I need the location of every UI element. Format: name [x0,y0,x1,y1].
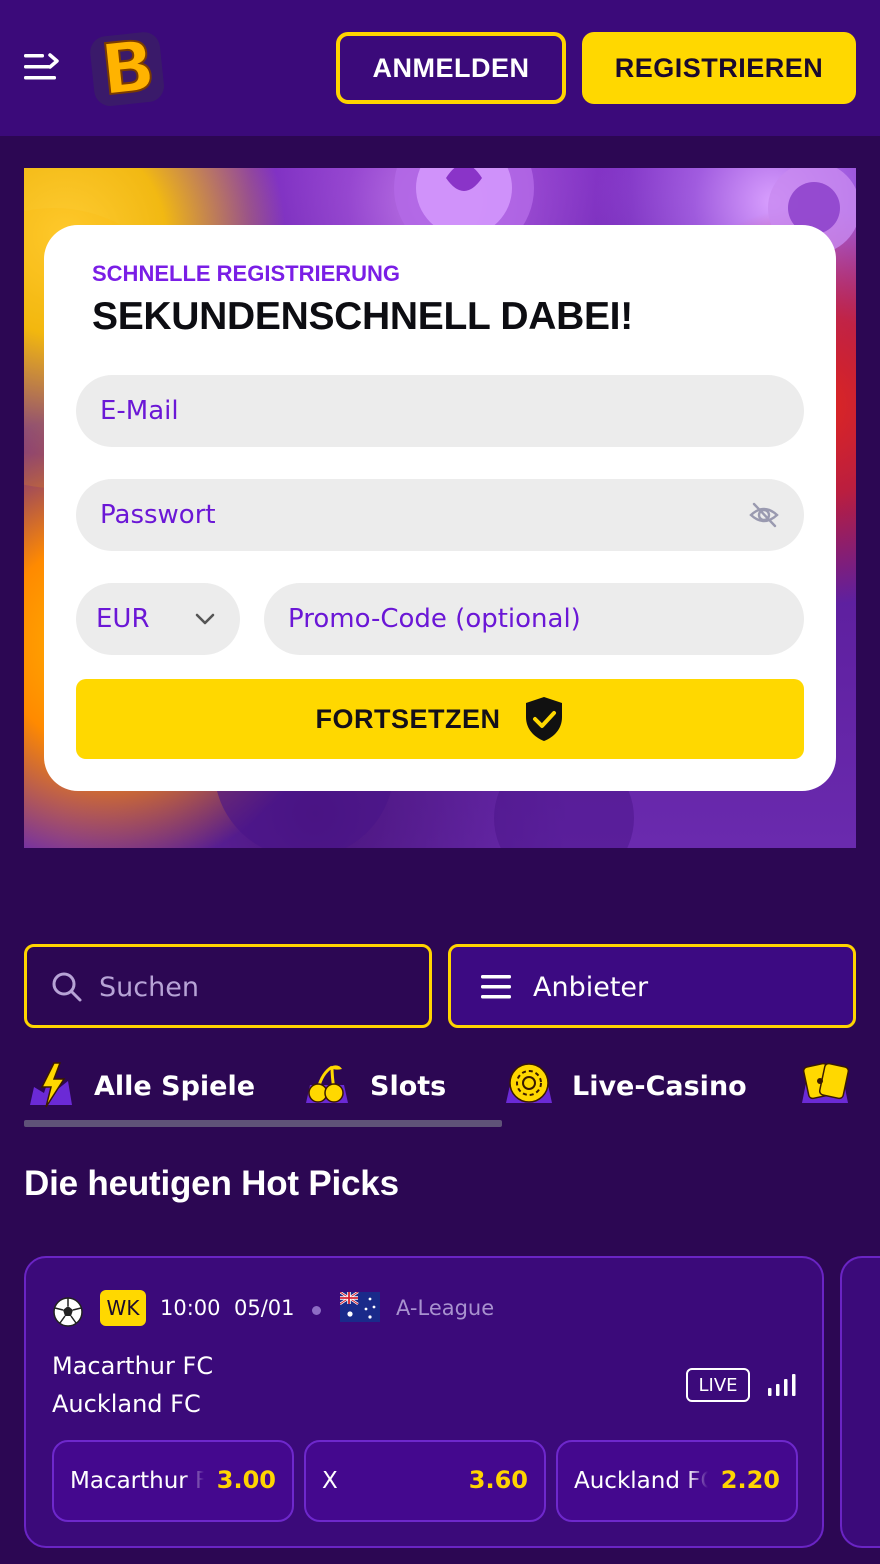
odd-home[interactable]: Macarthur FC 3.00 [52,1440,294,1522]
password-field[interactable]: Passwort [76,479,804,551]
signal-bars-icon [768,1374,796,1396]
promo-code-field[interactable]: Promo-Code (optional) [264,583,804,655]
odd-label: X [322,1468,338,1494]
search-box[interactable]: Suchen [24,944,432,1028]
odd-label: Macarthur FC [70,1468,204,1494]
tab-all-games[interactable]: Alle Spiele [24,1055,255,1117]
odd-value: 3.00 [216,1466,276,1494]
league-name: A-League [396,1296,495,1320]
tab-live-casino[interactable]: Live-Casino [502,1055,747,1117]
menu-icon[interactable] [22,50,60,84]
search-icon [52,972,82,1002]
password-placeholder: Passwort [100,500,216,530]
chevron-down-icon [195,613,215,625]
currency-value: EUR [96,604,150,634]
hot-picks-title: Die heutigen Hot Picks [24,1164,399,1203]
game-category-tabs: Alle Spiele Slots Live-Casino [0,1055,880,1135]
odd-away[interactable]: Auckland FC 2.20 [556,1440,798,1522]
separator-dot [312,1306,321,1315]
logo-letter: B [97,26,159,110]
email-field[interactable]: E-Mail [76,375,804,447]
match-badge: WK [100,1290,146,1326]
match-time: 10:00 [160,1296,221,1320]
email-placeholder: E-Mail [100,396,179,426]
next-match-card[interactable] [840,1256,880,1548]
registration-title: SEKUNDENSCHNELL DABEI! [92,295,633,338]
odd-label: Auckland FC [574,1468,708,1494]
tab-label: Slots [370,1070,447,1102]
home-team: Macarthur FC [52,1352,214,1380]
odd-value: 2.20 [720,1466,780,1494]
tab-cards[interactable] [798,1055,868,1117]
providers-label: Anbieter [533,972,649,1003]
odd-draw[interactable]: X 3.60 [304,1440,546,1522]
away-team: Auckland FC [52,1390,201,1418]
lightning-icon [30,1062,72,1108]
continue-button[interactable]: FORTSETZEN [76,679,804,759]
match-date: 05/01 [234,1296,295,1320]
odd-value: 3.60 [468,1466,528,1494]
tab-slots[interactable]: Slots [300,1055,446,1117]
continue-label: FORTSETZEN [315,703,501,734]
tab-label: Alle Spiele [94,1070,256,1102]
register-button[interactable]: REGISTRIEREN [582,32,856,104]
chip-icon [506,1063,552,1103]
match-card[interactable]: WK 10:00 05/01 A-League Macarthur FC Auc… [24,1256,824,1548]
soccer-ball-icon [53,1297,83,1327]
search-placeholder: Suchen [99,972,199,1003]
eye-off-icon[interactable] [748,499,780,531]
promo-code-placeholder: Promo-Code (optional) [288,604,581,634]
registration-subtitle: SCHNELLE REGISTRIERUNG [92,261,401,286]
currency-select[interactable]: EUR [76,583,240,655]
top-header: B ANMELDEN REGISTRIEREN [0,0,880,136]
cards-icon [802,1062,850,1103]
login-button[interactable]: ANMELDEN [336,32,566,104]
tab-label: Live-Casino [572,1070,747,1102]
providers-button[interactable]: Anbieter [448,944,856,1028]
shield-check-icon [525,697,562,741]
list-icon [481,975,511,999]
cherries-icon [306,1065,348,1103]
active-tab-indicator [24,1120,502,1127]
registration-card: SCHNELLE REGISTRIERUNG SEKUNDENSCHNELL D… [44,225,836,791]
live-badge: LIVE [686,1368,750,1402]
logo-icon[interactable]: B [86,26,170,110]
australia-flag-icon [340,1292,380,1322]
